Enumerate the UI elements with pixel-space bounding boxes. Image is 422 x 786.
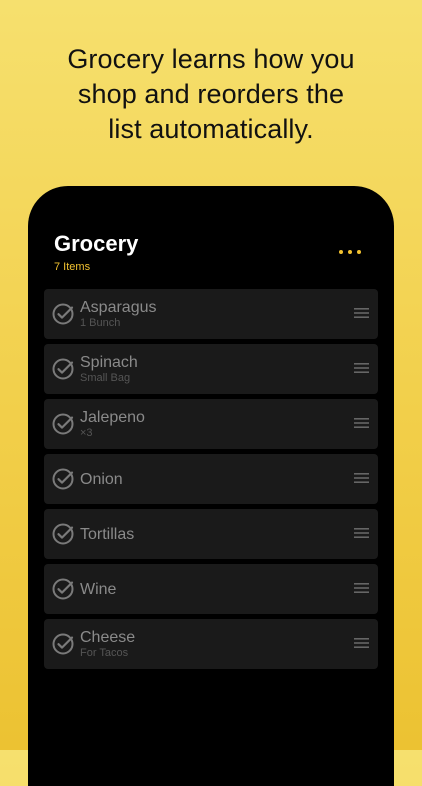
promo-headline: Grocery learns how you shop and reorders…	[20, 42, 402, 147]
grocery-list: Asparagus 1 Bunch Spinach Small Bag Jale…	[44, 289, 378, 674]
item-name: Tortillas	[80, 525, 135, 543]
item-name: Cheese	[80, 629, 136, 646]
phone-screen: Grocery 7 Items Asparagus 1 Bunch Spinac…	[28, 186, 394, 786]
page-title: Grocery	[54, 231, 139, 256]
item-name: Onion	[80, 470, 123, 488]
drag-handle-icon[interactable]	[354, 527, 369, 539]
list-item[interactable]: Wine	[44, 564, 378, 614]
drag-handle-icon[interactable]	[354, 417, 369, 429]
promo-headline-line: list automatically.	[108, 114, 314, 144]
list-item[interactable]: Spinach Small Bag	[44, 344, 378, 394]
list-item[interactable]: Jalepeno ×3	[44, 399, 378, 449]
promo-headline-line: Grocery learns how you	[67, 44, 355, 74]
promo-headline-line: shop and reorders the	[77, 79, 345, 109]
check-circle-icon[interactable]	[52, 358, 74, 380]
drag-handle-icon[interactable]	[354, 637, 369, 649]
item-name: Asparagus	[80, 299, 157, 316]
list-item[interactable]: Asparagus 1 Bunch	[44, 289, 378, 339]
check-circle-icon[interactable]	[52, 303, 74, 325]
drag-handle-icon[interactable]	[354, 362, 369, 374]
check-circle-icon[interactable]	[52, 578, 74, 600]
drag-handle-icon[interactable]	[354, 307, 369, 319]
drag-handle-icon[interactable]	[354, 582, 369, 594]
item-name: Jalepeno	[80, 409, 145, 426]
item-detail: For Tacos	[80, 647, 129, 659]
drag-handle-icon[interactable]	[354, 472, 369, 484]
ellipsis-icon	[339, 250, 343, 254]
list-item[interactable]: Cheese For Tacos	[44, 619, 378, 669]
item-detail: ×3	[80, 427, 93, 439]
list-item[interactable]: Tortillas	[44, 509, 378, 559]
item-name: Spinach	[80, 354, 138, 371]
more-options-button[interactable]	[338, 244, 362, 260]
item-name: Wine	[80, 580, 117, 598]
item-detail: Small Bag	[80, 372, 131, 384]
check-circle-icon[interactable]	[52, 468, 74, 490]
ellipsis-icon	[357, 250, 361, 254]
item-detail: 1 Bunch	[80, 317, 121, 329]
check-circle-icon[interactable]	[52, 633, 74, 655]
ellipsis-icon	[348, 250, 352, 254]
check-circle-icon[interactable]	[52, 523, 74, 545]
item-count: 7 Items	[54, 261, 91, 273]
list-item[interactable]: Onion	[44, 454, 378, 504]
check-circle-icon[interactable]	[52, 413, 74, 435]
